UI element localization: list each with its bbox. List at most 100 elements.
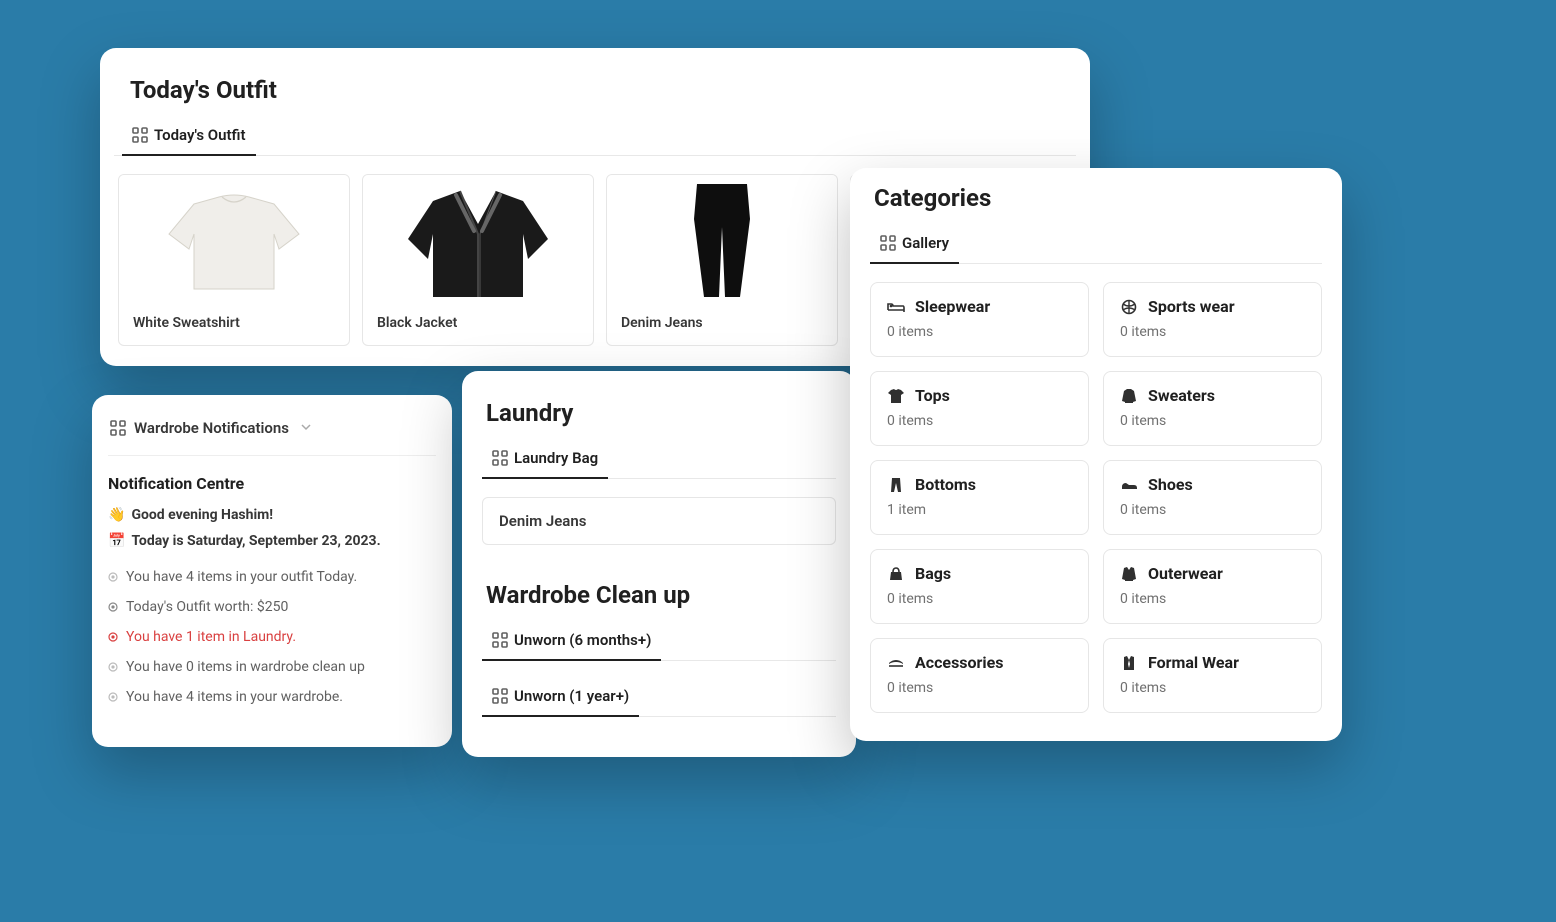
category-name: Bottoms bbox=[915, 475, 976, 494]
laundry-item-label: Denim Jeans bbox=[499, 512, 586, 530]
grid-icon bbox=[492, 688, 508, 704]
sports-icon bbox=[1120, 298, 1138, 316]
laundry-panel: Laundry Laundry Bag Denim Jeans Wardrobe… bbox=[462, 371, 856, 757]
bullet-icon bbox=[108, 602, 118, 612]
clothing-image bbox=[607, 175, 837, 303]
category-card-tops[interactable]: Tops 0 items bbox=[870, 371, 1089, 446]
bullet-icon bbox=[108, 692, 118, 702]
categories-panel: Categories Gallery Sleepwear 0 items bbox=[850, 168, 1342, 741]
outfit-card-label: Black Jacket bbox=[363, 303, 593, 345]
category-card-bottoms[interactable]: Bottoms 1 item bbox=[870, 460, 1089, 535]
tab-gallery[interactable]: Gallery bbox=[870, 226, 959, 264]
greeting-line: 👋 Good evening Hashim! bbox=[108, 507, 436, 523]
category-card-accessories[interactable]: Accessories 0 items bbox=[870, 638, 1089, 713]
notif-item: Today's Outfit worth: $250 bbox=[108, 599, 436, 615]
grid-icon bbox=[880, 235, 896, 251]
category-name: Sports wear bbox=[1148, 297, 1235, 316]
outfit-tab-bar: Today's Outfit bbox=[114, 118, 1076, 156]
category-count: 0 items bbox=[887, 324, 1072, 340]
pants-icon bbox=[887, 476, 905, 494]
category-card-shoes[interactable]: Shoes 0 items bbox=[1103, 460, 1322, 535]
category-name: Sweaters bbox=[1148, 386, 1215, 405]
category-card-sportswear[interactable]: Sports wear 0 items bbox=[1103, 282, 1322, 357]
category-name: Bags bbox=[915, 564, 951, 583]
category-count: 0 items bbox=[1120, 502, 1305, 518]
bullet-icon bbox=[108, 662, 118, 672]
notif-text: You have 1 item in Laundry. bbox=[126, 629, 296, 645]
tab-todays-outfit[interactable]: Today's Outfit bbox=[122, 118, 256, 156]
formal-icon bbox=[1120, 654, 1138, 672]
outfit-card-label: White Sweatshirt bbox=[119, 303, 349, 345]
category-count: 0 items bbox=[1120, 680, 1305, 696]
category-count: 0 items bbox=[887, 413, 1072, 429]
tab-label: Unworn (1 year+) bbox=[514, 687, 629, 705]
bullet-icon bbox=[108, 572, 118, 582]
outfit-card-black-jacket[interactable]: Black Jacket bbox=[362, 174, 594, 346]
outfit-card-label: Denim Jeans bbox=[607, 303, 837, 345]
tab-laundry-bag[interactable]: Laundry Bag bbox=[482, 441, 608, 479]
notif-item: You have 4 items in your outfit Today. bbox=[108, 569, 436, 585]
grid-icon bbox=[132, 127, 148, 143]
calendar-icon: 📅 bbox=[108, 533, 125, 549]
categories-tab-bar: Gallery bbox=[870, 226, 1322, 264]
chevron-down-icon bbox=[301, 422, 311, 435]
shoe-icon bbox=[1120, 476, 1138, 494]
tab-unworn-1year[interactable]: Unworn (1 year+) bbox=[482, 679, 639, 717]
category-count: 0 items bbox=[1120, 324, 1305, 340]
laundry-item-denim-jeans[interactable]: Denim Jeans bbox=[482, 497, 836, 545]
notif-text: You have 0 items in wardrobe clean up bbox=[126, 659, 365, 675]
category-name: Outerwear bbox=[1148, 564, 1223, 583]
category-count: 1 item bbox=[887, 502, 1072, 518]
clothing-image bbox=[363, 175, 593, 303]
category-card-sleepwear[interactable]: Sleepwear 0 items bbox=[870, 282, 1089, 357]
notifications-header-label: Wardrobe Notifications bbox=[134, 419, 289, 437]
outfit-card-denim-jeans[interactable]: Denim Jeans bbox=[606, 174, 838, 346]
category-count: 0 items bbox=[1120, 413, 1305, 429]
category-count: 0 items bbox=[1120, 591, 1305, 607]
notif-text: You have 4 items in your outfit Today. bbox=[126, 569, 357, 585]
notification-centre-title: Notification Centre bbox=[108, 474, 436, 493]
categories-grid: Sleepwear 0 items Sports wear 0 items To… bbox=[870, 282, 1322, 713]
clothing-image bbox=[119, 175, 349, 303]
grid-icon bbox=[492, 632, 508, 648]
bullet-icon bbox=[108, 632, 118, 642]
notif-item: You have 1 item in Laundry. bbox=[108, 629, 436, 645]
date-line: 📅 Today is Saturday, September 23, 2023. bbox=[108, 533, 436, 549]
greeting-text: Good evening Hashim! bbox=[131, 507, 273, 523]
outfit-card-white-sweatshirt[interactable]: White Sweatshirt bbox=[118, 174, 350, 346]
category-name: Shoes bbox=[1148, 475, 1193, 494]
accessory-icon bbox=[887, 654, 905, 672]
cleanup-title: Wardrobe Clean up bbox=[482, 581, 836, 609]
tab-label: Today's Outfit bbox=[154, 126, 246, 144]
tshirt-icon bbox=[887, 387, 905, 405]
category-count: 0 items bbox=[887, 591, 1072, 607]
grid-icon bbox=[492, 450, 508, 466]
tab-unworn-6months[interactable]: Unworn (6 months+) bbox=[482, 623, 661, 661]
category-count: 0 items bbox=[887, 680, 1072, 696]
laundry-title: Laundry bbox=[482, 399, 836, 427]
grid-icon bbox=[110, 420, 126, 436]
todays-outfit-title: Today's Outfit bbox=[114, 76, 1076, 104]
category-name: Formal Wear bbox=[1148, 653, 1239, 672]
jacket-icon bbox=[1120, 565, 1138, 583]
category-card-outerwear[interactable]: Outerwear 0 items bbox=[1103, 549, 1322, 624]
tab-label: Laundry Bag bbox=[514, 449, 598, 467]
category-name: Tops bbox=[915, 386, 950, 405]
notifications-body: Notification Centre 👋 Good evening Hashi… bbox=[108, 456, 436, 705]
sweater-icon bbox=[1120, 387, 1138, 405]
category-card-formalwear[interactable]: Formal Wear 0 items bbox=[1103, 638, 1322, 713]
notif-text: You have 4 items in your wardrobe. bbox=[126, 689, 343, 705]
notif-text: Today's Outfit worth: $250 bbox=[126, 599, 288, 615]
category-name: Accessories bbox=[915, 653, 1003, 672]
bed-icon bbox=[887, 298, 905, 316]
tab-label: Gallery bbox=[902, 234, 949, 252]
notifications-header[interactable]: Wardrobe Notifications bbox=[108, 413, 436, 456]
notif-item: You have 4 items in your wardrobe. bbox=[108, 689, 436, 705]
categories-title: Categories bbox=[870, 184, 1322, 212]
wave-icon: 👋 bbox=[108, 507, 125, 523]
laundry-tab-bar: Laundry Bag bbox=[482, 441, 836, 479]
category-card-bags[interactable]: Bags 0 items bbox=[870, 549, 1089, 624]
notification-list: You have 4 items in your outfit Today. T… bbox=[108, 569, 436, 705]
category-card-sweaters[interactable]: Sweaters 0 items bbox=[1103, 371, 1322, 446]
bag-icon bbox=[887, 565, 905, 583]
